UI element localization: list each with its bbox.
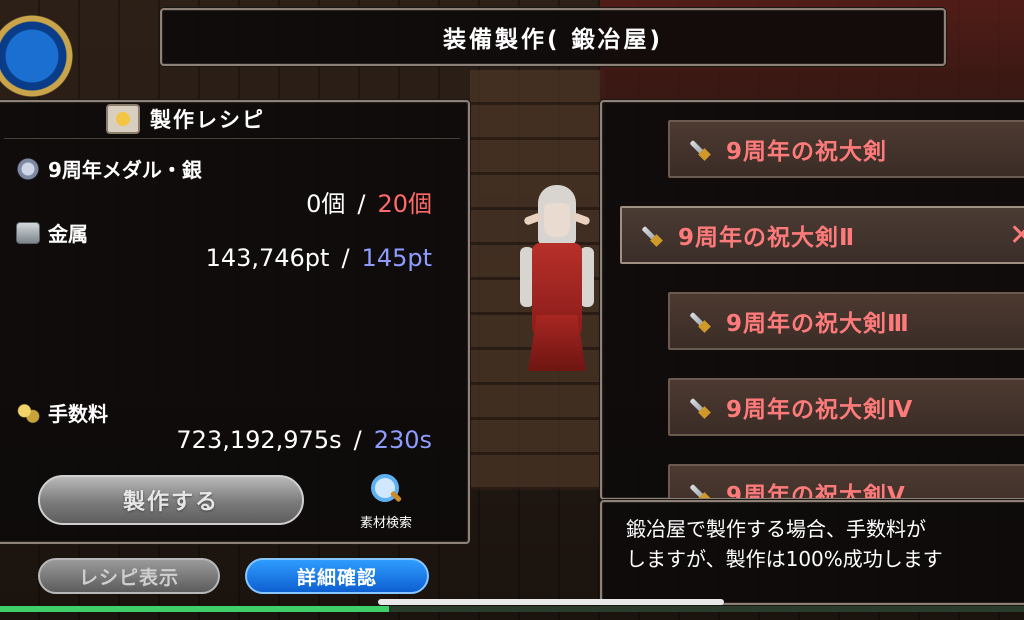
craft-button[interactable]: 製作する bbox=[38, 475, 304, 525]
coins-icon bbox=[16, 401, 40, 424]
material-have: 0個 bbox=[306, 190, 346, 218]
fee-need: 230s bbox=[373, 426, 432, 454]
sword-icon bbox=[686, 136, 712, 162]
sword-icon bbox=[686, 308, 712, 334]
recipe-header: 製作レシピ bbox=[106, 104, 265, 134]
sword-icon bbox=[686, 394, 712, 420]
material-name: 9周年メダル・銀 bbox=[16, 154, 202, 183]
separator: / bbox=[341, 244, 350, 272]
list-item-selected[interactable]: 9周年の祝大剣Ⅱ ✕ bbox=[620, 206, 1024, 264]
list-item[interactable]: 9周年の祝大剣Ⅳ bbox=[668, 378, 1024, 436]
item-list-panel[interactable]: 9周年の祝大剣 9周年の祝大剣Ⅱ ✕ 9周年の祝大剣Ⅲ 9周年の祝大剣Ⅳ 9周年… bbox=[600, 100, 1024, 500]
sword-icon bbox=[638, 222, 664, 248]
item-name: 9周年の祝大剣Ⅴ bbox=[726, 483, 906, 500]
blacksmith-npc[interactable] bbox=[510, 185, 600, 375]
material-need: 20個 bbox=[377, 190, 432, 218]
material-amount: 0個 / 20個 bbox=[306, 184, 432, 219]
separator: / bbox=[353, 426, 362, 454]
recipe-book-icon bbox=[106, 104, 140, 134]
fee-name: 手数料 bbox=[16, 398, 108, 427]
info-message-panel: 鍛冶屋で製作する場合、手数料が しますが、製作は100%成功します bbox=[600, 500, 1024, 605]
material-search-button[interactable]: 素材検索 bbox=[342, 472, 430, 531]
details-button[interactable]: 詳細確認 bbox=[245, 558, 429, 594]
magnifier-icon bbox=[369, 472, 403, 506]
recipe-panel: 製作レシピ 9周年メダル・銀 0個 / 20個 金属 143,746pt / 145pt… bbox=[0, 100, 470, 544]
silver-medal-icon bbox=[16, 157, 40, 180]
info-line: 鍛冶屋で製作する場合、手数料が bbox=[626, 517, 926, 541]
list-item[interactable]: 9周年の祝大剣Ⅴ bbox=[668, 464, 1024, 500]
item-name: 9周年の祝大剣 bbox=[726, 139, 888, 165]
material-amount: 143,746pt / 145pt bbox=[206, 244, 432, 272]
item-name: 9周年の祝大剣Ⅳ bbox=[726, 397, 914, 423]
item-name: 9周年の祝大剣Ⅱ bbox=[678, 225, 856, 251]
recipe-header-label: 製作レシピ bbox=[150, 108, 265, 132]
close-icon[interactable]: ✕ bbox=[1009, 218, 1024, 253]
fee-amount: 723,192,975s / 230s bbox=[176, 426, 432, 454]
list-item[interactable]: 9周年の祝大剣Ⅲ bbox=[668, 292, 1024, 350]
metal-ingot-icon bbox=[16, 221, 40, 244]
material-have: 143,746pt bbox=[205, 244, 330, 272]
window-title: 装備製作( 鍛冶屋) bbox=[442, 27, 664, 53]
experience-bar-fill bbox=[0, 606, 390, 612]
info-line: しますが、製作は100%成功します bbox=[626, 547, 943, 571]
separator: / bbox=[357, 190, 366, 218]
list-item[interactable]: 9周年の祝大剣 bbox=[668, 120, 1024, 178]
fee-have: 723,192,975s bbox=[176, 426, 342, 454]
item-name: 9周年の祝大剣Ⅲ bbox=[726, 311, 910, 337]
title-bar: 装備製作( 鍛冶屋) bbox=[160, 8, 946, 66]
recipe-display-button[interactable]: レシピ表示 bbox=[38, 558, 220, 594]
material-name: 金属 bbox=[16, 218, 88, 247]
sword-icon bbox=[686, 480, 712, 498]
experience-bar bbox=[0, 606, 1024, 612]
material-search-label: 素材検索 bbox=[359, 516, 412, 531]
divider bbox=[4, 138, 460, 139]
home-indicator[interactable] bbox=[378, 599, 724, 605]
material-need: 145pt bbox=[361, 244, 432, 272]
